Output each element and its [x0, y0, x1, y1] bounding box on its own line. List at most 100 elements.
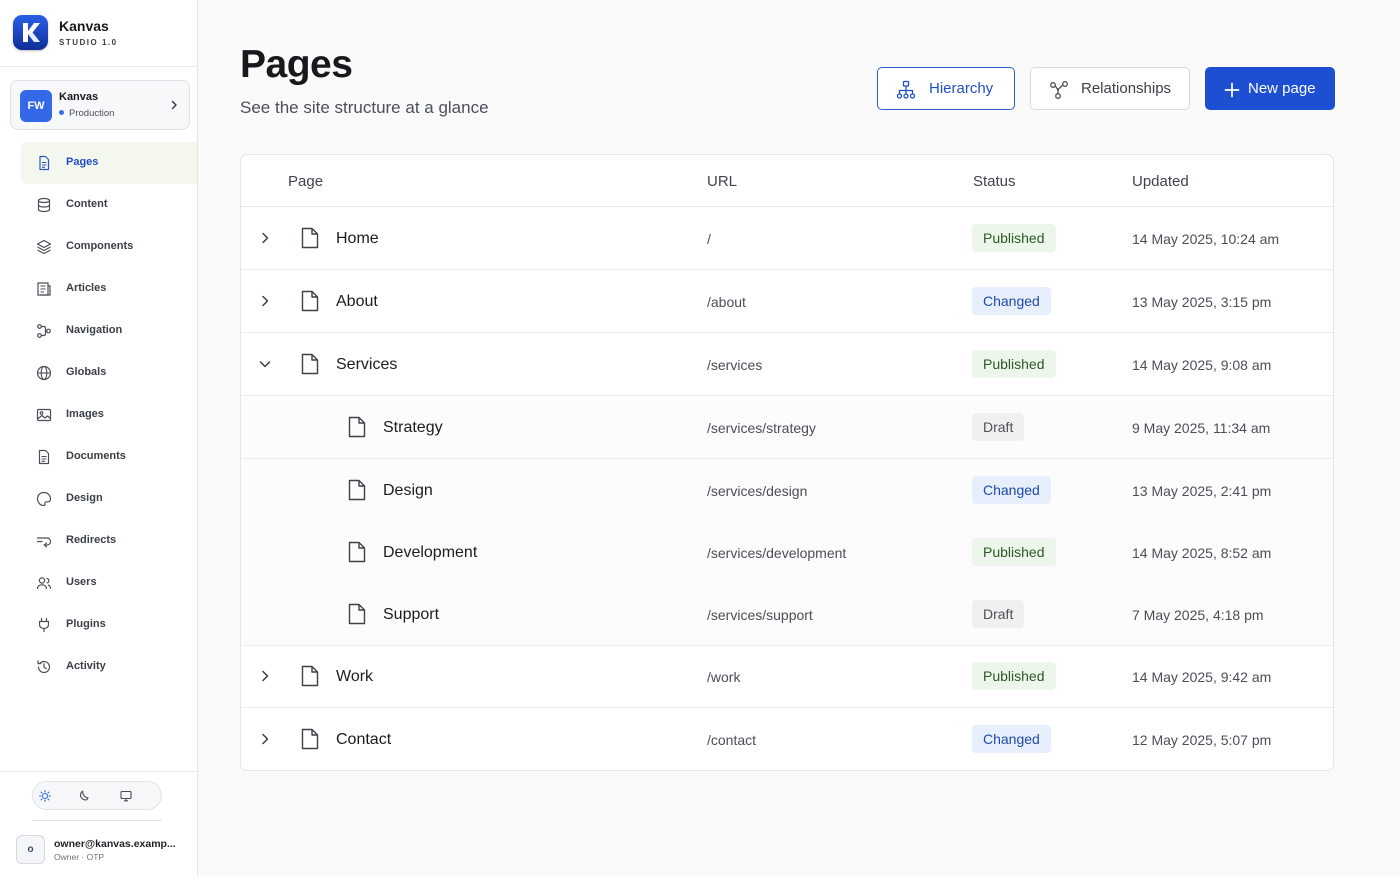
chevron-right-icon: [171, 100, 177, 110]
sidebar-item-redirects[interactable]: Redirects: [21, 520, 197, 562]
sidebar-item-design[interactable]: Design: [21, 478, 197, 520]
navigation-icon: [37, 324, 51, 338]
sidebar-item-activity[interactable]: Activity: [21, 646, 197, 688]
sidebar-item-label: Users: [66, 576, 97, 588]
sidebar-item-content[interactable]: Content: [21, 184, 197, 226]
sidebar-item-navigation[interactable]: Navigation: [21, 310, 197, 352]
plug-icon: [38, 617, 50, 633]
table-row[interactable]: Home / Published 14 May 2025, 10:24 am: [241, 207, 1333, 270]
updated-date: 7 May 2025, 4:18 pm: [1132, 607, 1264, 623]
table-row[interactable]: Work /work Published 14 May 2025, 9:42 a…: [241, 645, 1333, 708]
sidebar-item-articles[interactable]: Articles: [21, 268, 197, 310]
articles-icon: [37, 282, 51, 296]
environment-dot: [59, 109, 64, 115]
file-icon: [301, 353, 319, 375]
page-name[interactable]: Services: [336, 356, 397, 374]
status-badge: Published: [972, 538, 1056, 566]
status-badge: Draft: [972, 413, 1025, 441]
workspace-switcher[interactable]: FW Kanvas Production: [10, 80, 190, 130]
column-header-updated[interactable]: Updated: [1132, 173, 1189, 190]
chevron-right-icon[interactable]: [257, 230, 273, 246]
table-row[interactable]: Strategy /services/strategy Draft 9 May …: [241, 396, 1333, 459]
page-name[interactable]: Home: [336, 230, 379, 248]
relationships-button-label: Relationships: [1081, 80, 1172, 97]
chevron-down-icon[interactable]: [257, 356, 273, 372]
palette-icon: [36, 491, 52, 507]
updated-date: 14 May 2025, 8:52 am: [1132, 545, 1272, 561]
page-name[interactable]: Design: [383, 482, 433, 500]
sidebar-item-pages[interactable]: Pages: [21, 142, 197, 184]
new-page-button[interactable]: New page: [1205, 67, 1335, 110]
status-badge: Changed: [972, 725, 1051, 753]
document-icon: [38, 449, 50, 465]
table-row[interactable]: About /about Changed 13 May 2025, 3:15 p…: [241, 270, 1333, 333]
chevron-right-icon[interactable]: [257, 731, 273, 747]
page-subtitle: See the site structure at a glance: [240, 98, 489, 117]
kanvas-logo[interactable]: [13, 15, 48, 50]
image-icon: [36, 408, 52, 422]
user-avatar[interactable]: o: [16, 835, 45, 864]
relationships-icon: [1050, 81, 1068, 99]
sidebar-item-users[interactable]: Users: [21, 562, 197, 604]
sidebar-item-label: Articles: [66, 282, 107, 294]
environment-label: Production: [69, 108, 115, 119]
file-icon: [348, 479, 366, 501]
relationships-button[interactable]: Relationships: [1030, 67, 1190, 110]
page-url: /services/design: [707, 483, 808, 499]
updated-date: 14 May 2025, 9:42 am: [1132, 669, 1272, 685]
file-icon: [301, 665, 319, 687]
status-badge: Published: [972, 224, 1056, 252]
page-name[interactable]: Strategy: [383, 419, 443, 437]
table-row[interactable]: Development /services/development Publis…: [241, 521, 1333, 584]
updated-date: 14 May 2025, 9:08 am: [1132, 357, 1272, 373]
sidebar-item-label: Activity: [66, 660, 106, 672]
divider: [0, 771, 197, 772]
page-url: /services: [707, 357, 763, 373]
updated-date: 9 May 2025, 11:34 am: [1132, 420, 1271, 436]
user-email[interactable]: owner@kanvas.examp...: [54, 838, 189, 850]
moon-icon[interactable]: [75, 787, 93, 805]
page-name[interactable]: Support: [383, 606, 439, 624]
file-icon: [301, 728, 319, 750]
chevron-right-icon[interactable]: [257, 293, 273, 309]
sidebar-item-globals[interactable]: Globals: [21, 352, 197, 394]
monitor-icon[interactable]: [117, 787, 135, 805]
chevron-right-icon[interactable]: [257, 668, 273, 684]
page-name[interactable]: Work: [336, 668, 373, 686]
page-name[interactable]: Contact: [336, 731, 391, 749]
hierarchy-icon: [896, 80, 916, 99]
database-icon: [37, 197, 51, 213]
sidebar-item-label: Plugins: [66, 618, 106, 630]
page-url: /about: [707, 294, 746, 310]
file-icon: [348, 603, 366, 625]
column-header-status[interactable]: Status: [973, 173, 1016, 190]
column-header-url[interactable]: URL: [707, 173, 737, 190]
divider: [32, 820, 162, 821]
sun-icon[interactable]: [36, 787, 54, 805]
sidebar-item-label: Navigation: [66, 324, 123, 336]
table-row[interactable]: Support /services/support Draft 7 May 20…: [241, 583, 1333, 646]
table-row[interactable]: Design /services/design Changed 13 May 2…: [241, 459, 1333, 522]
sidebar-item-label: Globals: [66, 366, 107, 378]
page-name[interactable]: Development: [383, 544, 477, 562]
column-header-page[interactable]: Page: [288, 173, 323, 190]
page-url: /services/strategy: [707, 420, 816, 436]
hierarchy-button[interactable]: Hierarchy: [877, 67, 1015, 110]
sidebar-item-documents[interactable]: Documents: [21, 436, 197, 478]
page-name[interactable]: About: [336, 293, 378, 311]
sidebar-item-components[interactable]: Components: [21, 226, 197, 268]
status-badge: Changed: [972, 287, 1051, 315]
redirect-icon: [36, 537, 52, 548]
plus-icon: [1224, 82, 1240, 98]
sidebar-item-label: Images: [66, 408, 104, 420]
updated-date: 12 May 2025, 5:07 pm: [1132, 732, 1272, 748]
file-icon: [301, 227, 319, 249]
table-row[interactable]: Services /services Published 14 May 2025…: [241, 333, 1333, 396]
sidebar-item-plugins[interactable]: Plugins: [21, 604, 197, 646]
app-name: Kanvas: [59, 18, 109, 34]
updated-date: 14 May 2025, 10:24 am: [1132, 231, 1280, 247]
sidebar-item-label: Pages: [66, 156, 99, 168]
file-icon: [301, 290, 319, 312]
sidebar-item-images[interactable]: Images: [21, 394, 197, 436]
table-row[interactable]: Contact /contact Changed 12 May 2025, 5:…: [241, 708, 1333, 770]
